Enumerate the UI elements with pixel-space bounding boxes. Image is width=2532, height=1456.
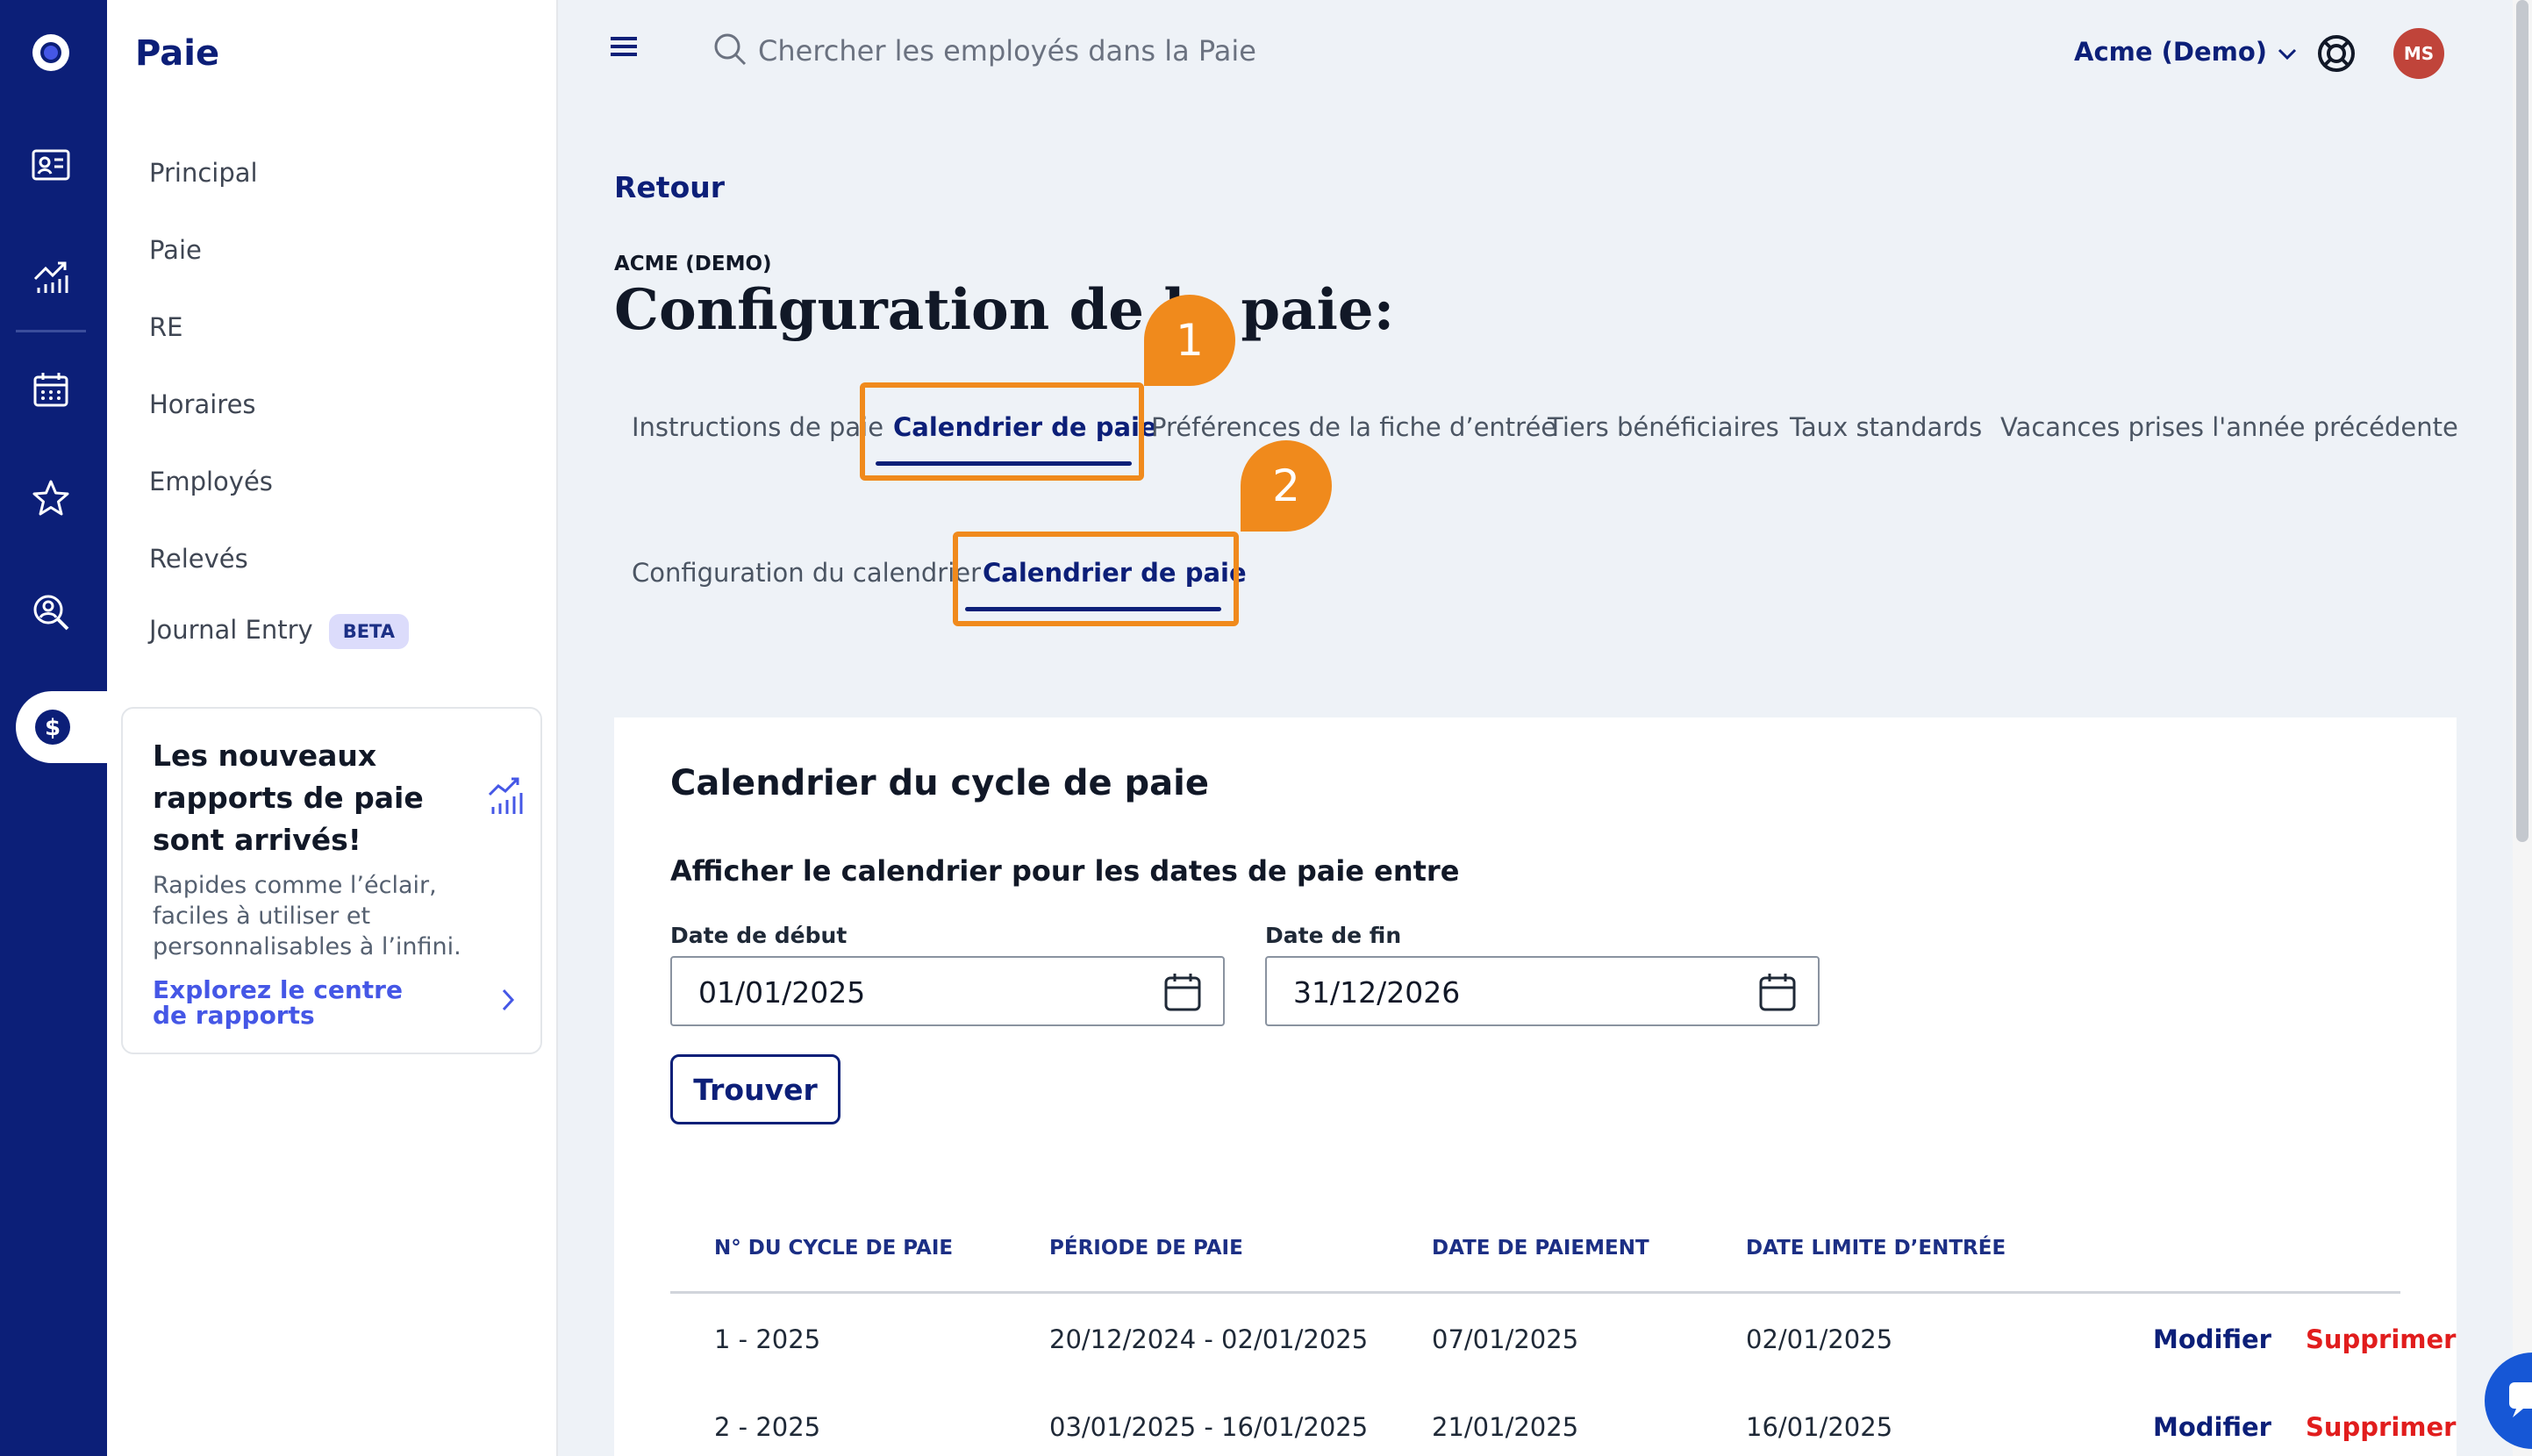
end-date-label: Date de fin (1265, 923, 1402, 948)
tab-preferences[interactable]: Préférences de la fiche d’entrée (1151, 412, 1556, 442)
column-header-period: PÉRIODE DE PAIE (1049, 1237, 1243, 1260)
delete-button[interactable]: Supprimer (2306, 1412, 2456, 1442)
menu-icon[interactable] (609, 35, 639, 61)
cell-period: 20/12/2024 - 02/01/2025 (1049, 1324, 1369, 1354)
sidebar: Paie Principal Paie RE Horaires Employés… (107, 0, 558, 1456)
start-date-label: Date de début (670, 923, 848, 948)
annotation-bubble-2: 2 (1241, 440, 1332, 532)
sidebar-item-label: Journal Entry (149, 615, 313, 645)
promo-card: Les nouveaux rapports de paie sont arriv… (121, 707, 542, 1054)
rail-divider (16, 330, 86, 332)
beta-badge: BETA (328, 614, 409, 649)
table-header-divider (670, 1291, 2400, 1294)
dollar-icon[interactable]: $ (16, 691, 111, 763)
annotation-bubble-1: 1 (1144, 295, 1235, 386)
org-name: Acme (Demo) (2074, 37, 2268, 67)
svg-text:$: $ (45, 715, 61, 741)
find-button[interactable]: Trouver (670, 1054, 840, 1124)
column-header-pay-date: DATE DE PAIEMENT (1432, 1237, 1649, 1260)
chevron-right-icon[interactable] (500, 988, 516, 1016)
tab-tiers[interactable]: Tiers bénéficiaires (1548, 412, 1779, 442)
tab-vacances[interactable]: Vacances prises l'année précédente (2000, 412, 2458, 442)
topbar: Chercher les employés dans la Paie Acme … (558, 0, 2504, 105)
start-date-field[interactable]: 01/01/2025 (670, 956, 1225, 1026)
sidebar-item-re[interactable]: RE (149, 312, 182, 342)
cell-cycle: 1 - 2025 (714, 1324, 821, 1354)
chevron-down-icon (2278, 37, 2297, 67)
highlight-box-1 (860, 382, 1144, 481)
help-lifebuoy-icon[interactable] (2316, 33, 2357, 77)
sidebar-item-paie[interactable]: Paie (149, 235, 202, 265)
end-date-value: 31/12/2026 (1293, 975, 1461, 1010)
calendar-icon[interactable] (1163, 972, 1202, 1016)
highlight-box-2 (953, 532, 1239, 626)
analytics-icon[interactable] (26, 253, 75, 302)
cell-pay-date: 07/01/2025 (1432, 1324, 1579, 1354)
report-chart-icon (488, 775, 525, 819)
cell-pay-date: 21/01/2025 (1432, 1412, 1579, 1442)
start-date-value: 01/01/2025 (698, 975, 866, 1010)
cell-cycle: 2 - 2025 (714, 1412, 821, 1442)
column-header-deadline: DATE LIMITE D’ENTRÉE (1746, 1237, 2006, 1260)
calendar-icon[interactable] (26, 365, 75, 414)
icon-rail: $ (0, 0, 111, 1456)
sidebar-title: Paie (135, 33, 220, 74)
org-selector[interactable]: Acme (Demo) (2074, 37, 2297, 67)
promo-title: Les nouveaux rapports de paie sont arriv… (153, 739, 424, 857)
cell-deadline: 16/01/2025 (1746, 1412, 1893, 1442)
main-content: Chercher les employés dans la Paie Acme … (558, 0, 2504, 1456)
tab-instructions[interactable]: Instructions de paie (632, 412, 883, 442)
sidebar-item-employes[interactable]: Employés (149, 467, 273, 496)
edit-button[interactable]: Modifier (2153, 1412, 2271, 1442)
end-date-field[interactable]: 31/12/2026 (1265, 956, 1820, 1026)
scrollbar-thumb[interactable] (2516, 0, 2528, 842)
id-card-icon[interactable] (26, 140, 75, 189)
logo-icon[interactable] (26, 28, 75, 77)
edit-button[interactable]: Modifier (2153, 1324, 2271, 1354)
company-label: ACME (DEMO) (614, 253, 772, 275)
pay-cycle-card: Calendrier du cycle de paie Afficher le … (614, 717, 2457, 1456)
cell-period: 03/01/2025 - 16/01/2025 (1049, 1412, 1369, 1442)
cell-deadline: 02/01/2025 (1746, 1324, 1893, 1354)
card-subtitle: Afficher le calendrier pour les dates de… (670, 854, 1460, 888)
back-link[interactable]: Retour (614, 170, 725, 204)
promo-text: Rapides comme l’éclair, faciles à utilis… (153, 872, 461, 960)
search-icon (712, 32, 747, 70)
sidebar-item-horaires[interactable]: Horaires (149, 389, 256, 419)
star-icon[interactable] (26, 474, 75, 523)
employee-search[interactable]: Chercher les employés dans la Paie (712, 32, 1256, 70)
search-input[interactable]: Chercher les employés dans la Paie (758, 34, 1256, 68)
avatar[interactable]: MS (2393, 28, 2444, 79)
sidebar-item-principal[interactable]: Principal (149, 158, 258, 188)
card-title: Calendrier du cycle de paie (670, 763, 1209, 803)
subtab-configuration[interactable]: Configuration du calendrier (632, 558, 981, 588)
delete-button[interactable]: Supprimer (2306, 1324, 2456, 1354)
calendar-icon[interactable] (1758, 972, 1797, 1016)
column-header-cycle: N° DU CYCLE DE PAIE (714, 1237, 954, 1260)
sidebar-item-journal-entry[interactable]: Journal Entry BETA (149, 614, 409, 649)
reports-center-link[interactable]: Explorez le centre de rapports (153, 977, 442, 1028)
page-title: Configuration de la paie: (614, 277, 1395, 343)
search-person-icon[interactable] (26, 588, 75, 637)
tab-taux[interactable]: Taux standards (1790, 412, 1982, 442)
sidebar-item-releves[interactable]: Relevés (149, 544, 248, 574)
